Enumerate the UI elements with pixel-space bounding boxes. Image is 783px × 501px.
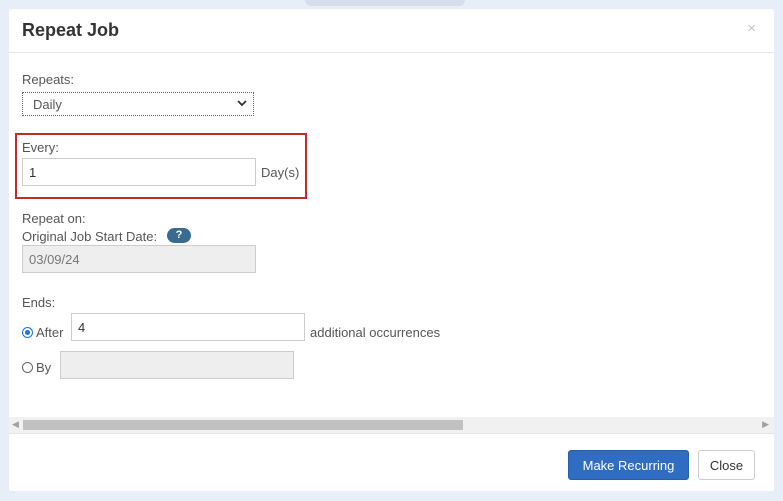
repeats-label: Repeats:: [22, 72, 75, 87]
repeat-on-label: Repeat on:: [22, 211, 86, 226]
horizontal-scrollbar[interactable]: ◀ ▶: [9, 417, 774, 433]
end-date-field: [60, 351, 294, 379]
every-unit-label: Day(s): [261, 165, 300, 180]
background-strip: [305, 0, 465, 6]
repeats-selected-value: Daily: [33, 97, 62, 112]
occurrences-suffix-label: additional occurrences: [310, 325, 441, 340]
repeat-job-dialog: Repeat Job × Repeats: Daily Every: Day(s…: [9, 9, 774, 491]
start-date-label: Original Job Start Date:: [22, 229, 158, 244]
ends-after-radio[interactable]: [22, 327, 33, 338]
scroll-right-icon[interactable]: ▶: [762, 419, 769, 430]
scroll-left-icon[interactable]: ◀: [12, 419, 19, 430]
scrollbar-thumb[interactable]: [23, 420, 463, 430]
help-icon[interactable]: ?: [167, 228, 191, 243]
every-label: Every:: [22, 140, 59, 155]
every-input[interactable]: [22, 158, 256, 186]
modal-title: Repeat Job: [22, 20, 120, 40]
close-button[interactable]: Close: [698, 450, 755, 480]
ends-by-radio[interactable]: [22, 362, 33, 373]
ends-after-label: After: [36, 325, 64, 340]
occurrences-input[interactable]: [71, 313, 305, 341]
modal-header: Repeat Job ×: [9, 9, 774, 53]
modal-footer: Make Recurring Close: [9, 433, 774, 491]
repeats-select[interactable]: Daily: [22, 92, 254, 116]
ends-by-label: By: [36, 360, 52, 375]
make-recurring-button[interactable]: Make Recurring: [568, 450, 689, 480]
start-date-field: [22, 245, 256, 273]
ends-label: Ends:: [22, 295, 56, 310]
chevron-down-icon: [237, 100, 247, 107]
close-icon[interactable]: ×: [747, 20, 756, 37]
